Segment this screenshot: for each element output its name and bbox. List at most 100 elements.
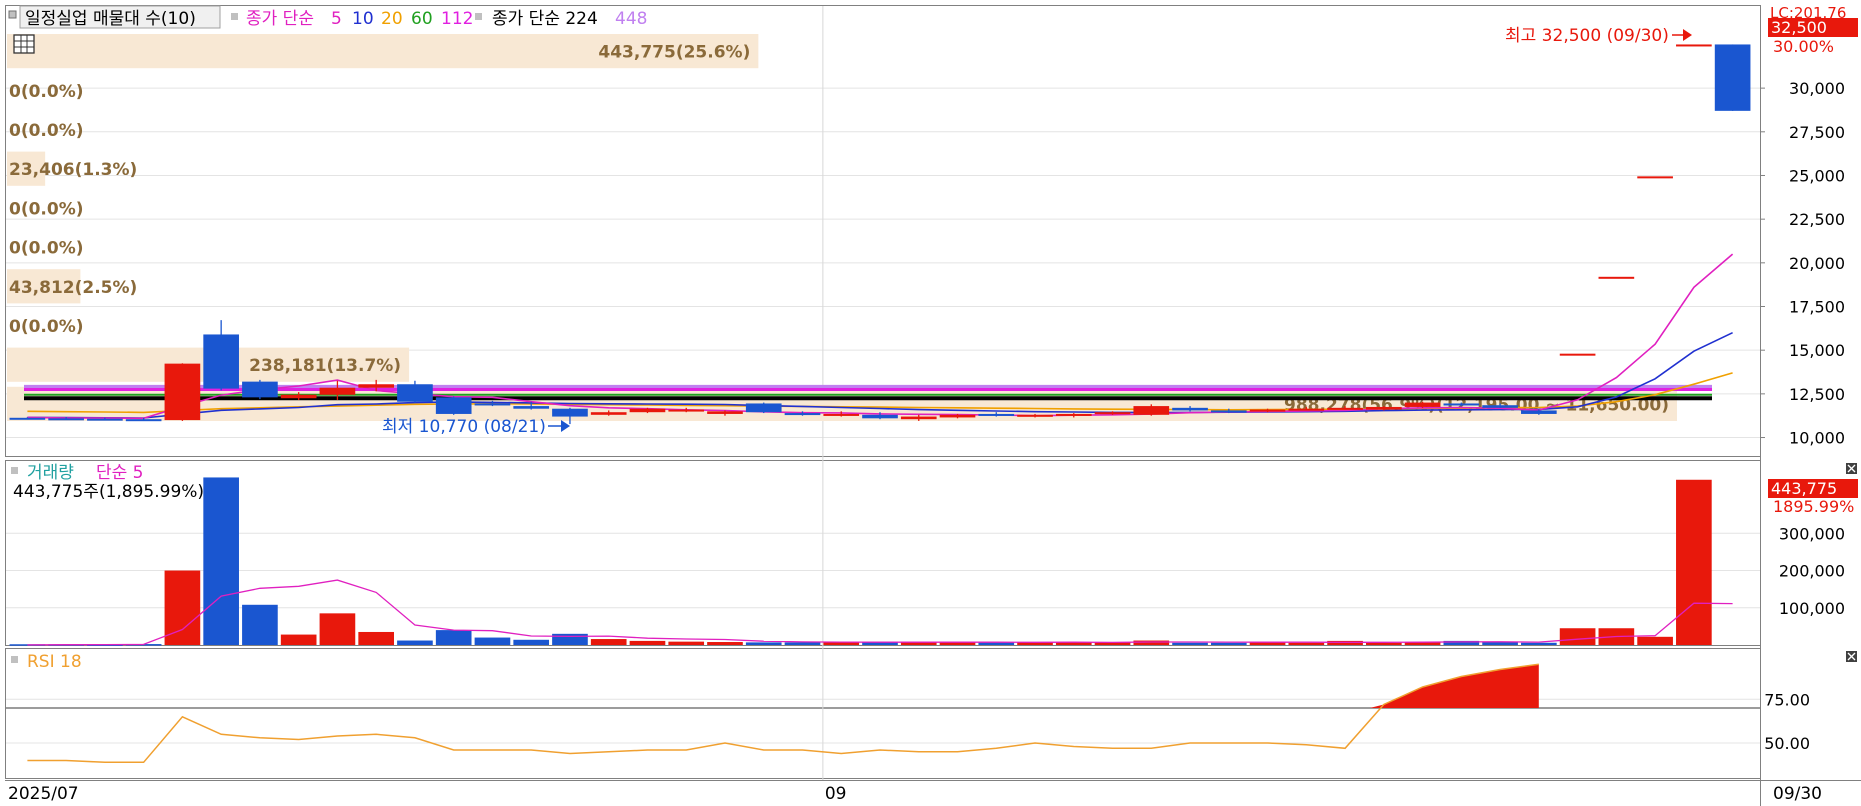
candle-body	[474, 403, 511, 406]
low-annotation: 최저 10,770 (08/21)	[382, 417, 570, 437]
candle-body	[1676, 44, 1712, 47]
candle-body	[784, 413, 821, 416]
candle-body	[552, 408, 588, 417]
profile-label: 0(0.0%)	[9, 239, 84, 259]
ma-period-112[interactable]: 112	[441, 9, 473, 29]
volume-bar	[552, 633, 588, 645]
stock-chart: 443,775(25.6%) 0(0.0%) 0(0.0%) 23,406(1.3%)…	[0, 0, 1861, 806]
x-label-start: 2025/07	[8, 784, 79, 804]
candle-body	[125, 419, 162, 422]
rsi-title[interactable]: RSI 18	[27, 652, 82, 672]
volume-bar	[280, 634, 317, 645]
volume-bar	[1521, 642, 1557, 645]
ma-period-60[interactable]: 60	[411, 9, 433, 29]
candle-body	[668, 409, 705, 412]
volume-bar	[1482, 642, 1518, 645]
profile-label: 23,406(1.3%)	[9, 160, 137, 180]
candle-body	[1288, 408, 1325, 411]
rsi-tick-label: 50.00	[1764, 734, 1810, 753]
volume-bar	[1365, 642, 1402, 645]
ma2-extra-label[interactable]: 448	[615, 9, 647, 29]
candle-body	[707, 411, 743, 414]
price-tick-label: 20,000	[1789, 254, 1845, 273]
volume-bar	[668, 641, 705, 645]
price-tick-label: 15,000	[1789, 341, 1845, 360]
volume-bar	[784, 642, 821, 645]
candle-body	[1521, 410, 1557, 414]
candle-body	[435, 397, 472, 414]
candle-body	[1365, 406, 1402, 410]
x-label-09: 09	[825, 784, 847, 804]
volume-tick-label: 100,000	[1779, 599, 1845, 618]
candle-body	[1443, 403, 1480, 406]
candle-body	[319, 387, 356, 395]
volume-tick-label: 300,000	[1779, 524, 1845, 543]
volume-bar	[435, 630, 472, 645]
ma-period-20[interactable]: 20	[381, 9, 403, 29]
candle-body	[1714, 44, 1751, 111]
candle-body	[358, 384, 395, 388]
current-price-pct: 30.00%	[1773, 37, 1834, 56]
candle-body	[48, 418, 84, 421]
candle-body	[1327, 407, 1363, 410]
volume-tick-label: 200,000	[1779, 562, 1845, 581]
candle-body	[590, 412, 627, 415]
candle-body	[242, 381, 278, 398]
volume-bar	[474, 637, 511, 645]
ma2-label[interactable]: 종가 단순 224	[492, 9, 598, 29]
ma-period-5[interactable]: 5	[331, 9, 342, 29]
volume-current-pct: 1895.99%	[1773, 497, 1854, 516]
indicator-label[interactable]: 일정실업 매물대 수(10)	[25, 9, 196, 29]
price-tick-label: 17,500	[1789, 298, 1845, 317]
profile-label: 43,812(2.5%)	[9, 278, 137, 298]
price-tick-label: 22,500	[1789, 210, 1845, 229]
volume-bar	[629, 640, 666, 645]
volume-bar	[1210, 642, 1247, 645]
candle-body	[629, 408, 666, 413]
corner-label: LC:201.76	[1770, 4, 1846, 22]
candle-body	[1482, 405, 1518, 408]
table-icon[interactable]	[13, 34, 35, 54]
profile-label: 0(0.0%)	[9, 317, 84, 337]
high-annotation: 최고 32,500 (09/30)	[1505, 26, 1692, 46]
volume-bar	[1559, 628, 1596, 645]
candle-body	[1094, 412, 1131, 415]
volume-bar	[1676, 479, 1712, 645]
volume-bar	[1327, 640, 1363, 645]
volume-bar	[358, 631, 395, 645]
ma-period-10[interactable]: 10	[352, 9, 374, 29]
volume-title[interactable]: 거래량	[27, 463, 74, 483]
volume-bar	[1637, 636, 1673, 645]
price-tick-label: 30,000	[1789, 79, 1845, 98]
candle-body	[978, 413, 1015, 416]
candle-body	[203, 334, 239, 389]
profile-label: 443,775(25.6%)	[598, 43, 750, 63]
candle-body	[900, 416, 937, 420]
rsi-close-icon[interactable]	[1846, 651, 1857, 662]
candle-body	[280, 394, 317, 399]
price-tick-label: 10,000	[1789, 429, 1845, 448]
candle-body	[862, 414, 898, 419]
volume-close-icon[interactable]	[1846, 463, 1857, 474]
ma-prefix-label[interactable]: 종가 단순	[246, 9, 314, 29]
price-tick-label: 25,000	[1789, 166, 1845, 185]
volume-bar	[513, 639, 550, 645]
candle-body	[1017, 414, 1053, 417]
candle-body	[1133, 406, 1170, 415]
x-label-last: 09/30	[1773, 784, 1822, 804]
candle-body	[939, 414, 976, 418]
candle-body	[513, 406, 550, 409]
price-tick-label: 27,500	[1789, 123, 1845, 142]
volume-bar	[745, 642, 782, 645]
profile-label: 238,181(13.7%)	[249, 356, 401, 376]
candle-body	[823, 413, 860, 416]
candle-body	[397, 384, 433, 402]
candle-body	[1249, 409, 1286, 412]
rsi-tick-label: 75.00	[1764, 690, 1810, 709]
volume-ma-label[interactable]: 단순 5	[96, 463, 144, 483]
candle-body	[164, 363, 201, 421]
volume-bar	[978, 642, 1015, 645]
candle-body	[1210, 410, 1247, 413]
volume-bar	[397, 640, 433, 645]
profile-label: 0(0.0%)	[9, 121, 84, 141]
